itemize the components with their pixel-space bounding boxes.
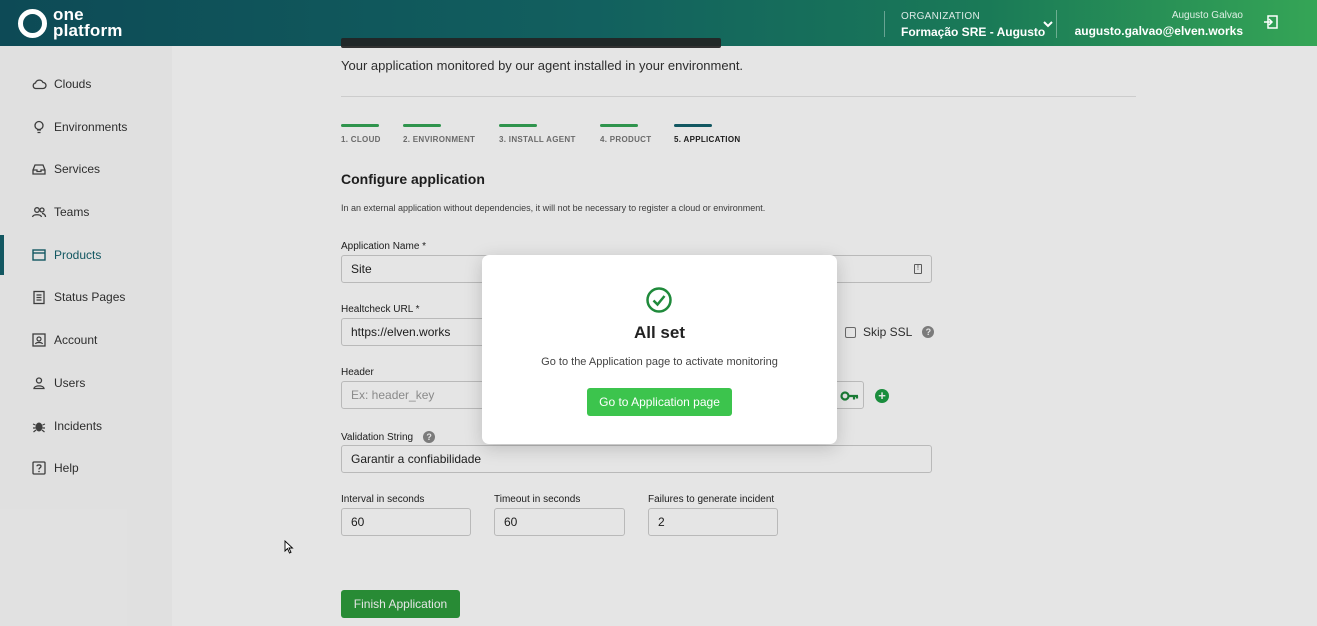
organization-label: ORGANIZATION	[901, 11, 980, 22]
success-modal: All set Go to the Application page to ac…	[482, 255, 837, 444]
organization-name: Formação SRE - Augusto	[901, 25, 1046, 39]
user-name: Augusto Galvao	[1171, 10, 1243, 21]
modal-message: Go to the Application page to activate m…	[541, 356, 778, 368]
logo-ring-icon	[18, 8, 47, 38]
user-info: Augusto Galvao augusto.galvao@elven.work…	[1055, 10, 1243, 38]
chevron-down-icon[interactable]	[1042, 18, 1054, 30]
logo[interactable]: one platform	[18, 6, 123, 40]
modal-title: All set	[633, 323, 686, 342]
mouse-cursor-icon	[284, 540, 294, 554]
logo-text-line2: platform	[53, 21, 123, 40]
user-email: augusto.galvao@elven.works	[1074, 24, 1243, 38]
logout-icon[interactable]	[1263, 14, 1279, 30]
organization-selector[interactable]: ORGANIZATION Formação SRE - Augusto	[884, 11, 1046, 39]
check-circle-icon	[646, 287, 672, 313]
go-to-application-button[interactable]: Go to Application page	[587, 388, 732, 416]
